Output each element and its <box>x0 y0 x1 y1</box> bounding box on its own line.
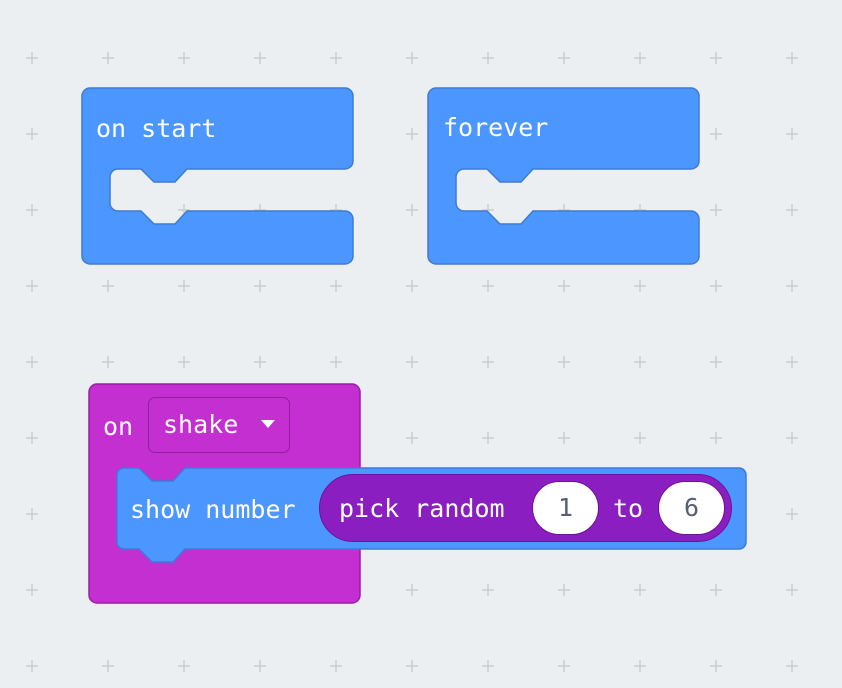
grid-cross <box>482 432 494 444</box>
grid-cross <box>406 128 418 140</box>
grid-cross <box>26 280 38 292</box>
grid-cross <box>254 660 266 672</box>
grid-cross <box>102 280 114 292</box>
grid-cross <box>330 660 342 672</box>
grid-cross <box>786 508 798 520</box>
grid-cross <box>634 52 646 64</box>
grid-cross <box>102 52 114 64</box>
grid-cross <box>558 432 570 444</box>
grid-cross <box>254 52 266 64</box>
pick-random-block[interactable]: pick random 1 to 6 <box>319 474 732 542</box>
grid-cross <box>634 660 646 672</box>
grid-cross <box>482 280 494 292</box>
event-dropdown-value: shake <box>163 410 239 439</box>
grid-cross <box>786 660 798 672</box>
show-number-label: show number <box>130 495 296 524</box>
grid-cross <box>634 280 646 292</box>
grid-cross <box>482 356 494 368</box>
grid-cross <box>330 280 342 292</box>
grid-cross <box>406 204 418 216</box>
grid-cross <box>710 432 722 444</box>
dropdown-caret-icon <box>261 420 275 428</box>
grid-cross <box>178 52 190 64</box>
grid-cross <box>786 128 798 140</box>
on-shake-on-label: on <box>103 412 134 441</box>
grid-cross <box>330 356 342 368</box>
grid-cross <box>178 660 190 672</box>
grid-cross <box>558 356 570 368</box>
grid-cross <box>710 584 722 596</box>
random-from-input[interactable]: 1 <box>532 481 599 535</box>
grid-cross <box>254 280 266 292</box>
grid-cross <box>558 52 570 64</box>
grid-cross <box>482 584 494 596</box>
grid-cross <box>710 660 722 672</box>
grid-cross <box>102 356 114 368</box>
grid-cross <box>102 660 114 672</box>
grid-cross <box>634 584 646 596</box>
grid-cross <box>710 204 722 216</box>
grid-cross <box>26 52 38 64</box>
forever-label: forever <box>443 113 549 142</box>
grid-cross <box>26 356 38 368</box>
grid-cross <box>710 280 722 292</box>
event-dropdown[interactable]: shake <box>148 397 290 453</box>
grid-cross <box>26 584 38 596</box>
on-start-label: on start <box>96 114 217 143</box>
grid-cross <box>406 280 418 292</box>
grid-cross <box>710 52 722 64</box>
grid-cross <box>482 660 494 672</box>
grid-cross <box>254 356 266 368</box>
grid-cross <box>26 128 38 140</box>
grid-cross <box>786 280 798 292</box>
grid-cross <box>26 508 38 520</box>
grid-cross <box>26 660 38 672</box>
grid-cross <box>482 52 494 64</box>
grid-cross <box>558 584 570 596</box>
grid-cross <box>786 584 798 596</box>
grid-cross <box>558 660 570 672</box>
grid-cross <box>406 660 418 672</box>
grid-cross <box>786 432 798 444</box>
grid-cross <box>710 128 722 140</box>
grid-cross <box>634 432 646 444</box>
grid-cross <box>710 356 722 368</box>
grid-cross <box>786 204 798 216</box>
grid-cross <box>406 584 418 596</box>
grid-cross <box>26 432 38 444</box>
random-to-input[interactable]: 6 <box>658 481 725 535</box>
grid-cross <box>558 280 570 292</box>
grid-cross <box>406 432 418 444</box>
random-to-label: to <box>613 494 644 523</box>
grid-cross <box>178 356 190 368</box>
grid-cross <box>178 280 190 292</box>
pick-random-label: pick random <box>339 494 505 523</box>
grid-cross <box>330 52 342 64</box>
grid-cross <box>406 52 418 64</box>
grid-cross <box>26 204 38 216</box>
grid-cross <box>406 356 418 368</box>
grid-cross <box>786 356 798 368</box>
grid-cross <box>786 52 798 64</box>
grid-cross <box>634 356 646 368</box>
